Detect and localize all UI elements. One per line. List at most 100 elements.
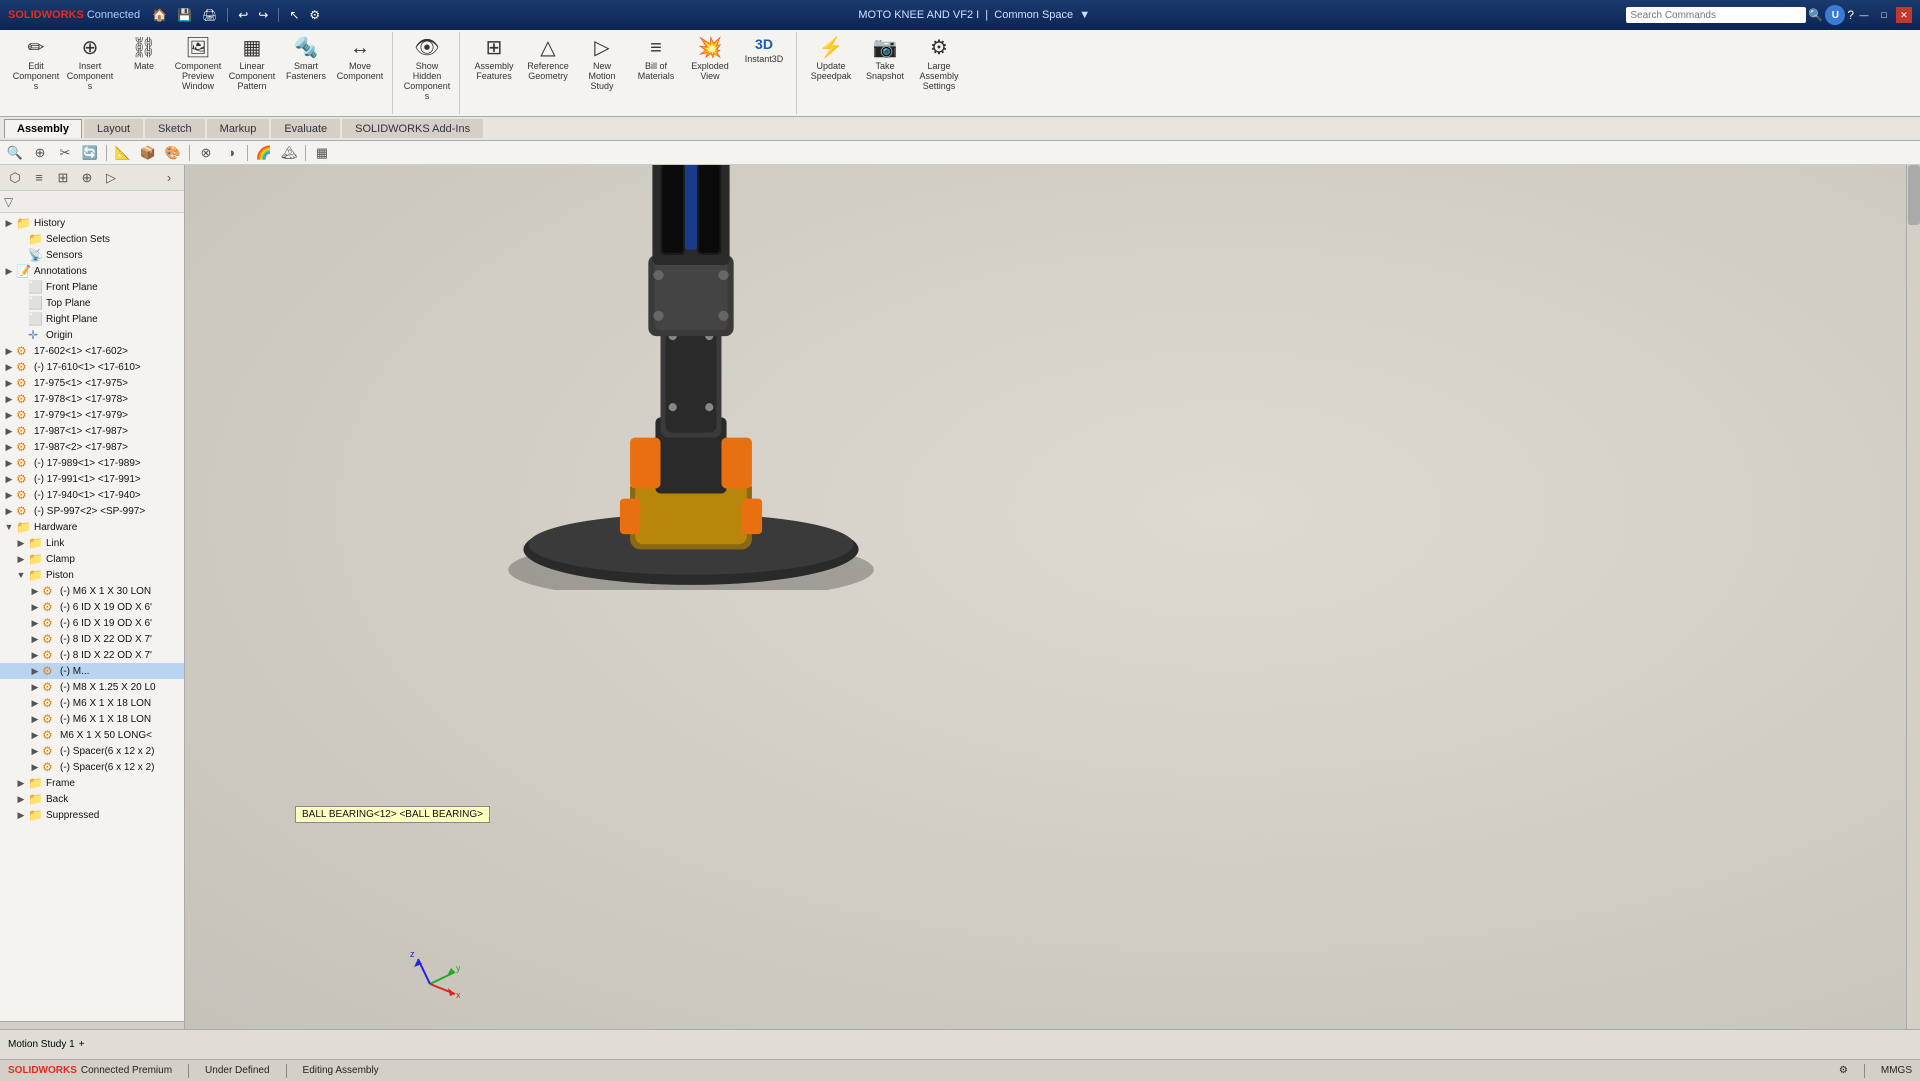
- tree-item-back[interactable]: ▶ 📁 Back: [0, 791, 184, 807]
- comp-17-987-2-expander[interactable]: ▶: [2, 442, 16, 453]
- tree-item-17-979[interactable]: ▶ ⚙ 17-979<1> <17-979>: [0, 407, 184, 423]
- dxf-manager-btn[interactable]: ⊕: [76, 168, 98, 188]
- tree-item-right-plane[interactable]: ⬜ Right Plane: [0, 311, 184, 327]
- undo-btn[interactable]: ↩: [236, 8, 250, 22]
- 6id19od-1-expander[interactable]: ▶: [28, 602, 42, 613]
- more-views-btn[interactable]: ▦: [311, 143, 333, 163]
- tree-item-sensors[interactable]: 📡 Sensors: [0, 247, 184, 263]
- tree-item-17-987-2[interactable]: ▶ ⚙ 17-987<2> <17-987>: [0, 439, 184, 455]
- insert-components-btn[interactable]: ⊕ InsertComponents: [64, 32, 116, 94]
- spacer-2-expander[interactable]: ▶: [28, 762, 42, 773]
- 8id22od-1-expander[interactable]: ▶: [28, 634, 42, 645]
- tab-solidworks-addins[interactable]: SOLIDWORKS Add-Ins: [342, 119, 483, 138]
- back-expander[interactable]: ▶: [14, 794, 28, 805]
- feature-tree[interactable]: ▶ 📁 History 📁 Selection Sets 📡 Sensors ▶…: [0, 213, 184, 1021]
- ball-bearing-expander[interactable]: ▶: [28, 666, 42, 677]
- tree-horizontal-scrollbar[interactable]: [0, 1021, 184, 1029]
- tree-item-8id22od-2[interactable]: ▶ ⚙ (-) 8 ID X 22 OD X 7': [0, 647, 184, 663]
- annotations-expander[interactable]: ▶: [2, 266, 16, 277]
- scene-btn[interactable]: 🏔: [278, 143, 300, 163]
- large-assembly-settings-btn[interactable]: ⚙ LargeAssemblySettings: [913, 32, 965, 94]
- move-component-btn[interactable]: ↔ MoveComponent: [334, 32, 386, 84]
- redo-btn[interactable]: ↪: [256, 8, 270, 22]
- tree-item-suppressed[interactable]: ▶ 📁 Suppressed: [0, 807, 184, 823]
- property-manager-btn[interactable]: ≡: [28, 168, 50, 188]
- history-expander[interactable]: ▶: [2, 218, 16, 229]
- mate-btn[interactable]: ⛓ Mate: [118, 32, 170, 74]
- m6x30-expander[interactable]: ▶: [28, 586, 42, 597]
- tree-item-spacer-2[interactable]: ▶ ⚙ (-) Spacer(6 x 12 x 2): [0, 759, 184, 775]
- tree-item-8id22od-1[interactable]: ▶ ⚙ (-) 8 ID X 22 OD X 7': [0, 631, 184, 647]
- edit-component-btn[interactable]: ✏ EditComponents: [10, 32, 62, 94]
- appearance-btn[interactable]: 🌈: [253, 143, 275, 163]
- tab-markup[interactable]: Markup: [207, 119, 270, 138]
- 6id19od-2-expander[interactable]: ▶: [28, 618, 42, 629]
- tree-item-17-940[interactable]: ▶ ⚙ (-) 17-940<1> <17-940>: [0, 487, 184, 503]
- update-speedpak-btn[interactable]: ⚡ UpdateSpeedpak: [805, 32, 857, 84]
- pointer-btn[interactable]: ↖: [287, 8, 301, 22]
- 8id22od-2-expander[interactable]: ▶: [28, 650, 42, 661]
- close-btn[interactable]: ✕: [1896, 7, 1912, 23]
- tree-item-origin[interactable]: ✛ Origin: [0, 327, 184, 343]
- clamp-expander[interactable]: ▶: [14, 554, 28, 565]
- tree-item-17-610[interactable]: ▶ ⚙ (-) 17-610<1> <17-610>: [0, 359, 184, 375]
- tree-item-17-987-1[interactable]: ▶ ⚙ 17-987<1> <17-987>: [0, 423, 184, 439]
- rotate-btn[interactable]: 🔄: [79, 143, 101, 163]
- comp-17-987-1-expander[interactable]: ▶: [2, 426, 16, 437]
- tree-item-annotations[interactable]: ▶ 📝 Annotations: [0, 263, 184, 279]
- shaded-btn[interactable]: 🎨: [162, 143, 184, 163]
- minimize-btn[interactable]: —: [1856, 7, 1872, 23]
- tree-item-top-plane[interactable]: ⬜ Top Plane: [0, 295, 184, 311]
- exploded-view-btn[interactable]: 💥 ExplodedView: [684, 32, 736, 84]
- m8x125-expander[interactable]: ▶: [28, 682, 42, 693]
- comp-17-940-expander[interactable]: ▶: [2, 490, 16, 501]
- m6x50-expander[interactable]: ▶: [28, 730, 42, 741]
- tree-item-6id19od-2[interactable]: ▶ ⚙ (-) 6 ID X 19 OD X 6': [0, 615, 184, 631]
- tree-item-selection-sets[interactable]: 📁 Selection Sets: [0, 231, 184, 247]
- piston-expander[interactable]: ▼: [14, 570, 28, 580]
- feature-manager-btn[interactable]: ⬡: [4, 168, 26, 188]
- tree-item-ball-bearing[interactable]: ▶ ⚙ (-) M...: [0, 663, 184, 679]
- tree-item-clamp[interactable]: ▶ 📁 Clamp: [0, 551, 184, 567]
- vscroll-thumb[interactable]: [1908, 165, 1920, 225]
- comp-17-975-expander[interactable]: ▶: [2, 378, 16, 389]
- display-manager-btn[interactable]: ▷: [100, 168, 122, 188]
- comp-17-978-expander[interactable]: ▶: [2, 394, 16, 405]
- tab-sketch[interactable]: Sketch: [145, 119, 205, 138]
- section-view-btn[interactable]: ⊗: [195, 143, 217, 163]
- expand-panel-btn[interactable]: ›: [158, 168, 180, 188]
- tree-item-frame[interactable]: ▶ 📁 Frame: [0, 775, 184, 791]
- display-style-btn[interactable]: ◑: [220, 143, 242, 163]
- tree-item-m8x125[interactable]: ▶ ⚙ (-) M8 X 1.25 X 20 L0: [0, 679, 184, 695]
- tab-assembly[interactable]: Assembly: [4, 119, 82, 138]
- tree-item-spacer-1[interactable]: ▶ ⚙ (-) Spacer(6 x 12 x 2): [0, 743, 184, 759]
- zoom-to-fit-btn[interactable]: 🔍: [4, 143, 26, 163]
- comp-17-979-expander[interactable]: ▶: [2, 410, 16, 421]
- print-btn[interactable]: 🖨: [200, 8, 219, 22]
- tree-item-17-975[interactable]: ▶ ⚙ 17-975<1> <17-975>: [0, 375, 184, 391]
- pan-btn[interactable]: ✂: [54, 143, 76, 163]
- add-motion-btn[interactable]: +: [79, 1039, 85, 1050]
- tree-item-piston[interactable]: ▼ 📁 Piston: [0, 567, 184, 583]
- reference-geometry-btn[interactable]: △ ReferenceGeometry: [522, 32, 574, 84]
- home-btn[interactable]: 🏠: [150, 8, 169, 22]
- zoom-in-btn[interactable]: ⊕: [29, 143, 51, 163]
- command-search[interactable]: [1626, 7, 1806, 23]
- assembly-features-btn[interactable]: ⊞ AssemblyFeatures: [468, 32, 520, 84]
- smart-fasteners-btn[interactable]: 🔩 SmartFasteners: [280, 32, 332, 84]
- comp-17-610-expander[interactable]: ▶: [2, 362, 16, 373]
- maximize-btn[interactable]: □: [1876, 7, 1892, 23]
- tree-item-17-978[interactable]: ▶ ⚙ 17-978<1> <17-978>: [0, 391, 184, 407]
- tree-item-17-602[interactable]: ▶ ⚙ 17-602<1> <17-602>: [0, 343, 184, 359]
- show-hidden-components-btn[interactable]: 👁 ShowHiddenComponents: [401, 32, 453, 104]
- frame-expander[interactable]: ▶: [14, 778, 28, 789]
- link-expander[interactable]: ▶: [14, 538, 28, 549]
- tree-item-link[interactable]: ▶ 📁 Link: [0, 535, 184, 551]
- tab-layout[interactable]: Layout: [84, 119, 143, 138]
- linear-component-pattern-btn[interactable]: ▦ LinearComponentPattern: [226, 32, 278, 94]
- tree-item-front-plane[interactable]: ⬜ Front Plane: [0, 279, 184, 295]
- spacer-1-expander[interactable]: ▶: [28, 746, 42, 757]
- take-snapshot-btn[interactable]: 📷 TakeSnapshot: [859, 32, 911, 84]
- tree-item-hardware[interactable]: ▼ 📁 Hardware: [0, 519, 184, 535]
- bill-of-materials-btn[interactable]: ≡ Bill ofMaterials: [630, 32, 682, 84]
